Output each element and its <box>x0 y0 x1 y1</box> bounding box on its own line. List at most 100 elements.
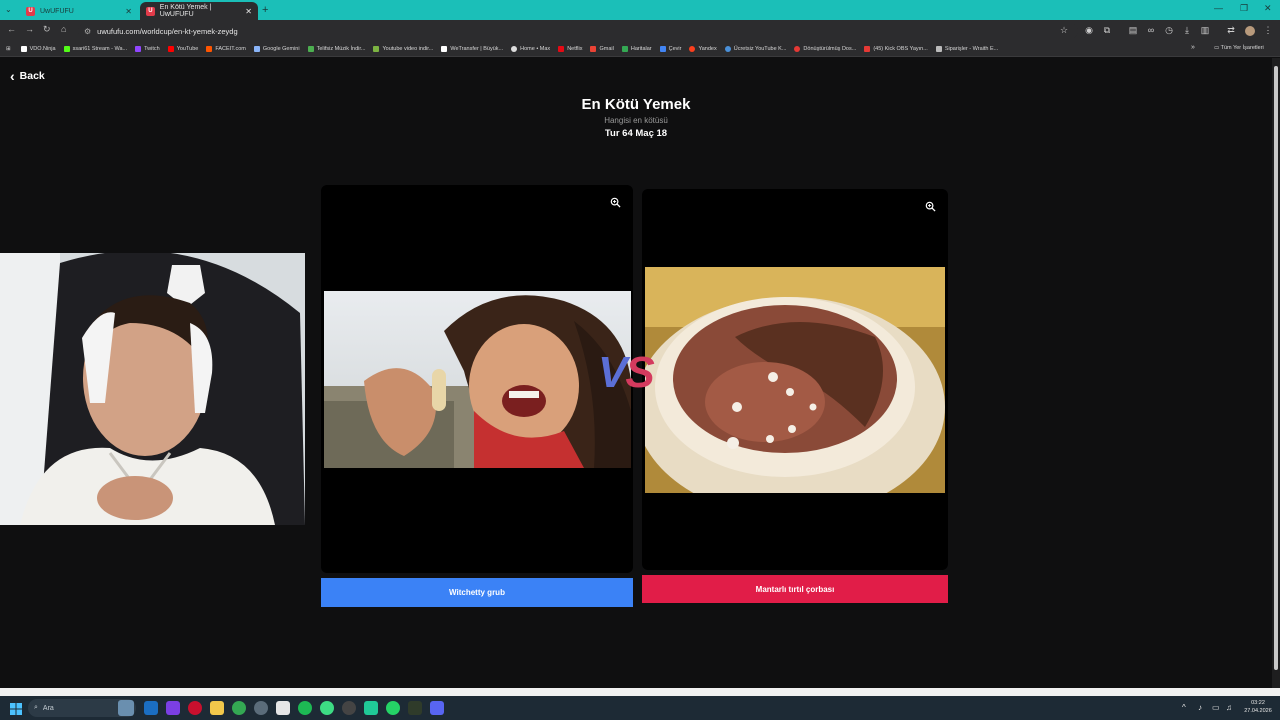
bookmarks-bar: ⊞ VDO.Ninja ssari61 Stream - Wa... Twitc… <box>0 42 1280 57</box>
right-choice-label: Mantarlı tırtıl çorbası <box>755 584 835 594</box>
spotify-icon[interactable] <box>298 701 312 715</box>
max-icon <box>511 46 518 52</box>
extension-icon[interactable]: ◉ <box>1084 25 1094 35</box>
forward-arrow-icon[interactable]: → <box>25 24 34 34</box>
bookmark-item[interactable]: Ücretsiz YouTube K... <box>724 46 786 52</box>
youtube-icon <box>167 46 174 52</box>
bookmark-item[interactable]: Siparişler - Wraith E... <box>935 46 998 52</box>
music-icon <box>307 46 314 52</box>
menu-icon[interactable]: ⋮ <box>1263 25 1273 35</box>
uwufufu-icon: U <box>146 6 155 16</box>
bookmark-item[interactable]: Gmail <box>590 46 614 52</box>
incognito-icon[interactable]: ∞ <box>1146 25 1156 35</box>
tab-label: En Kötü Yemek | UwUFUFU <box>159 4 212 18</box>
horizontal-scrollbar[interactable] <box>0 688 1280 696</box>
maximize-button[interactable]: ❐ <box>1240 3 1248 14</box>
reload-icon[interactable]: ↻ <box>43 24 51 35</box>
chevron-up-icon[interactable]: ^ <box>1182 703 1186 712</box>
bookmark-item[interactable]: VDO.Ninja <box>20 46 56 52</box>
more-bookmarks-icon[interactable]: » <box>1191 44 1195 51</box>
twitch-icon <box>135 46 142 52</box>
scrollbar-thumb[interactable] <box>1274 66 1278 670</box>
search-icon: ⌕ <box>34 704 38 711</box>
new-tab-button[interactable]: + <box>262 4 268 16</box>
bookmark-item[interactable]: Yandex <box>689 46 717 52</box>
mic-icon[interactable]: ♪ <box>1198 703 1202 712</box>
app-icon[interactable] <box>364 701 378 715</box>
display-icon[interactable]: ▭ <box>1212 703 1220 712</box>
volume-icon[interactable]: ♫ <box>1226 703 1232 712</box>
settings-icon[interactable] <box>254 701 268 715</box>
back-button[interactable]: ‹ Back <box>10 68 45 84</box>
bookmark-item[interactable]: WeTransfer | Büyük... <box>441 46 503 52</box>
back-label: Back <box>19 70 45 82</box>
right-choice-image[interactable] <box>645 267 945 493</box>
taskbar-clock[interactable]: 03:22 27.04.2026 <box>1238 699 1278 715</box>
chrome-icon[interactable] <box>232 701 246 715</box>
close-icon[interactable]: ✕ <box>245 7 252 16</box>
tab-search-icon[interactable]: ⌄ <box>5 5 12 14</box>
bookmark-item[interactable]: Twitch <box>135 46 160 52</box>
minimize-button[interactable]: — <box>1214 3 1223 13</box>
site-info-icon[interactable]: ⚙ <box>84 27 91 36</box>
back-arrow-icon[interactable]: ← <box>7 24 16 34</box>
window-close-button[interactable]: ✕ <box>1264 3 1272 14</box>
yandex-icon <box>689 46 696 52</box>
windows-start-icon[interactable] <box>10 702 22 720</box>
bookmark-item[interactable]: Google Gemini <box>253 46 300 52</box>
bookmark-item[interactable]: Çevir <box>659 46 681 52</box>
page-title: En Kötü Yemek <box>581 96 691 113</box>
bookmark-star-icon[interactable]: ☆ <box>1059 25 1069 35</box>
address-bar[interactable]: ⚙ uwufufu.com/worldcup/en-kt-yemek-zeydg <box>78 23 1078 39</box>
left-choice-button[interactable]: Witchetty grub <box>321 578 633 607</box>
left-choice-label: Witchetty grub <box>449 588 505 597</box>
search-highlight-icon[interactable] <box>118 700 134 716</box>
obs-icon[interactable] <box>342 701 356 715</box>
bookmark-item[interactable]: Telifsiz Müzik İndir... <box>307 46 365 52</box>
gmail-icon <box>590 46 597 52</box>
capcut-icon[interactable] <box>276 701 290 715</box>
zoom-in-icon[interactable] <box>609 197 621 209</box>
round-indicator: Tur 64 Maç 18 <box>604 128 668 139</box>
chevron-left-icon: ‹ <box>10 68 15 84</box>
history-icon[interactable]: ◷ <box>1164 25 1174 35</box>
bookmark-item[interactable]: ssari61 Stream - Wa... <box>63 46 127 52</box>
home-icon[interactable]: ⌂ <box>61 24 66 34</box>
app-icon[interactable] <box>166 701 180 715</box>
bookmark-item[interactable]: Haritalar <box>621 46 652 52</box>
cast-icon[interactable]: ⇄ <box>1226 25 1236 35</box>
profile-icon[interactable]: ▤ <box>1128 25 1138 35</box>
kick-icon <box>63 46 70 52</box>
whatsapp-icon[interactable] <box>386 701 400 715</box>
right-choice-button[interactable]: Mantarlı tırtıl çorbası <box>642 575 948 603</box>
edge-icon[interactable] <box>144 701 158 715</box>
time: 03:22 <box>1251 700 1265 706</box>
bookmark-item[interactable]: (45) Kick OBS Yayın... <box>864 46 928 52</box>
wetransfer-icon <box>441 46 448 52</box>
bookmark-item[interactable]: Youtube video indir... <box>373 46 433 52</box>
netflix-icon <box>558 46 565 52</box>
opera-icon[interactable] <box>188 701 202 715</box>
left-choice-image[interactable] <box>324 291 631 468</box>
app-icon[interactable] <box>408 701 422 715</box>
zoom-in-icon[interactable] <box>924 201 936 213</box>
avatar[interactable] <box>1245 26 1255 36</box>
page-subtitle: Hangisi en kötüsü <box>604 116 668 125</box>
bookmark-item[interactable]: Home • Max <box>511 46 550 52</box>
all-bookmarks[interactable]: ▭ Tüm Yer İşaretleri <box>1214 45 1264 51</box>
extensions-puzzle-icon[interactable]: ⧉ <box>1102 25 1112 35</box>
app-icon[interactable] <box>320 701 334 715</box>
tab-en-kotu-yemek[interactable]: U En Kötü Yemek | UwUFUFU ✕ <box>140 2 258 20</box>
bookmark-item[interactable]: Netflix <box>558 46 582 52</box>
close-icon[interactable]: ✕ <box>125 7 132 16</box>
bookmark-item[interactable]: FACEIT.com <box>206 46 246 52</box>
sidebar-icon[interactable]: ▥ <box>1200 25 1210 35</box>
file-explorer-icon[interactable] <box>210 701 224 715</box>
app-icon[interactable] <box>430 701 444 715</box>
bookmark-item[interactable]: YouTube <box>167 46 198 52</box>
tab-uwufufu[interactable]: U UwUFUFU ✕ <box>20 2 138 20</box>
apps-grid-icon[interactable]: ⊞ <box>6 46 11 52</box>
download-icon[interactable]: ⤓ <box>1182 25 1192 35</box>
faceit-icon <box>206 46 213 52</box>
bookmark-item[interactable]: Dönüştürülmüş Dos... <box>794 46 856 52</box>
